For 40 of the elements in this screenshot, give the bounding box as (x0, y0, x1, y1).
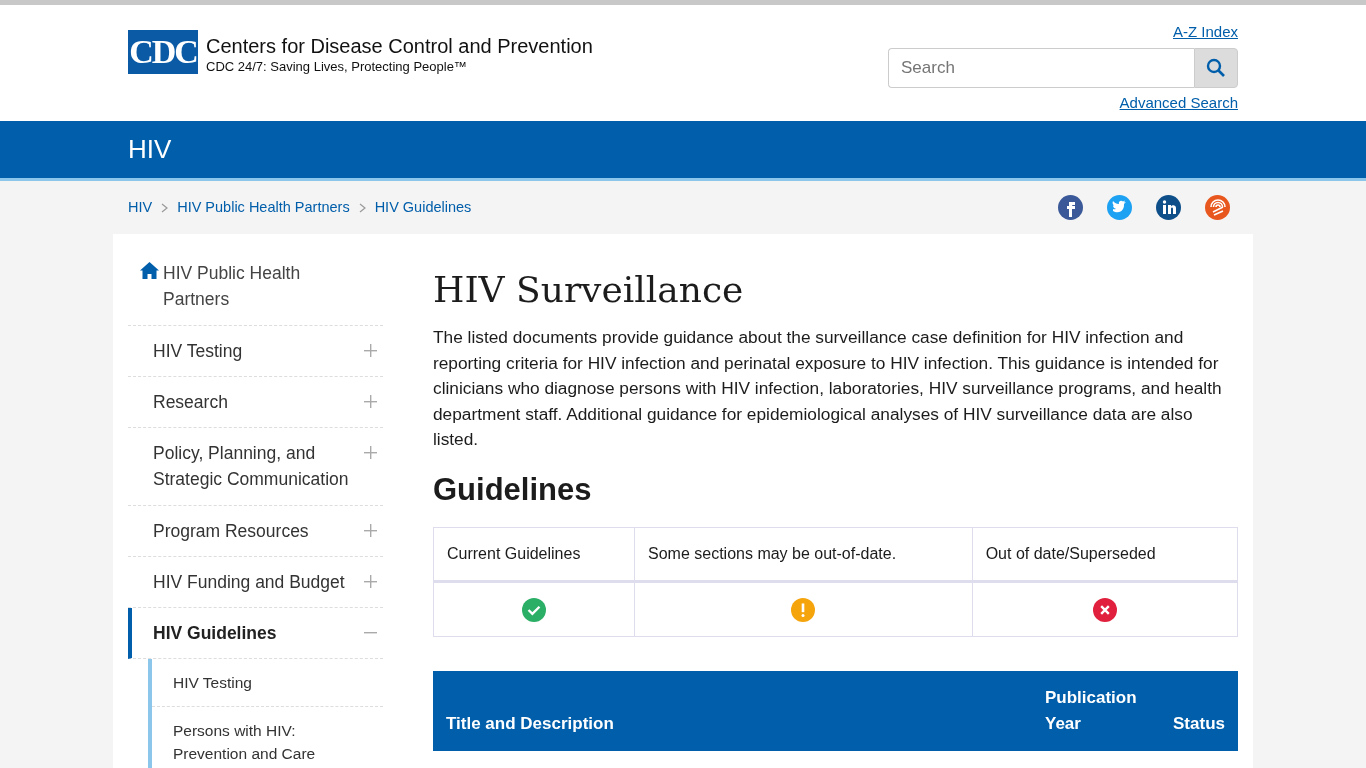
chevron-icon (358, 203, 366, 214)
page-title: HIV Surveillance (433, 268, 745, 312)
sidebar-item[interactable]: HIV Guidelines (128, 608, 383, 660)
breadcrumb-link[interactable]: HIV (128, 196, 153, 219)
sidebar-item[interactable]: Policy, Planning, and Strategic Communication (128, 428, 383, 506)
az-index-link[interactable]: A-Z Index (1172, 21, 1238, 44)
sidebar-link[interactable]: HIV Public Health Partners (163, 260, 323, 313)
bird-icon[interactable] (1107, 195, 1132, 220)
column-header[interactable]: Status (1155, 711, 1225, 737)
check-icon (522, 597, 546, 622)
breadcrumb-link[interactable]: HIV Public Health Partners (177, 196, 350, 219)
home-icon (140, 262, 159, 279)
syndication-icon[interactable] (1205, 195, 1230, 220)
intro-paragraph: The listed documents provide guidance about the surveillance case definition for HIV infection and reporting criteria for HIV infection and perinatal exposure to HIV infection. This guidance is intended for clinicians who diagnose persons with HIV infection, laboratories, HIV surveillance programs, and health department staff. Additional guidance for epidemiological analyses of HIV surveillance data are also listed. (433, 326, 1223, 452)
error-icon (1092, 597, 1117, 622)
sidebar-subitem[interactable]: HIV Testing (152, 659, 383, 708)
sidebar-item[interactable]: HIV Funding and Budget (128, 556, 383, 608)
sidebar-item[interactable]: Program Resources (128, 505, 383, 557)
site-title[interactable]: HIV (128, 121, 172, 178)
sidebar-item[interactable]: Research (128, 376, 383, 428)
table-cell: Some sections may be out-of-date. (634, 527, 973, 582)
search-icon (1206, 58, 1226, 79)
logo-tagline: CDC 24/7: Saving Lives, Protecting People™ (206, 58, 468, 76)
table-cell: Out of date/Superseded (972, 527, 1238, 582)
column-header[interactable]: Title and Description (446, 711, 1045, 737)
logo-mark[interactable]: CDC (128, 30, 198, 74)
logo-title: Centers for Disease Control and Prevention (206, 35, 593, 57)
linkedin-icon[interactable] (1156, 195, 1181, 220)
breadcrumb-link[interactable]: HIV Guidelines (374, 196, 472, 219)
search-field[interactable]: Search (888, 47, 1194, 88)
table-cell: Current Guidelines (433, 527, 635, 582)
sidebar-item[interactable]: HIV Testing (128, 325, 383, 377)
section-heading: Guidelines (433, 470, 593, 509)
facebook-icon[interactable] (1058, 195, 1083, 220)
sidebar-subitem[interactable]: Persons with HIV: Prevention and Care (152, 707, 383, 768)
advanced-search-link[interactable]: Advanced Search (1119, 91, 1238, 114)
warning-icon (791, 597, 816, 622)
column-header[interactable]: Publication Year (1045, 684, 1155, 737)
chevron-icon (161, 203, 169, 214)
search-button[interactable] (1194, 47, 1238, 88)
